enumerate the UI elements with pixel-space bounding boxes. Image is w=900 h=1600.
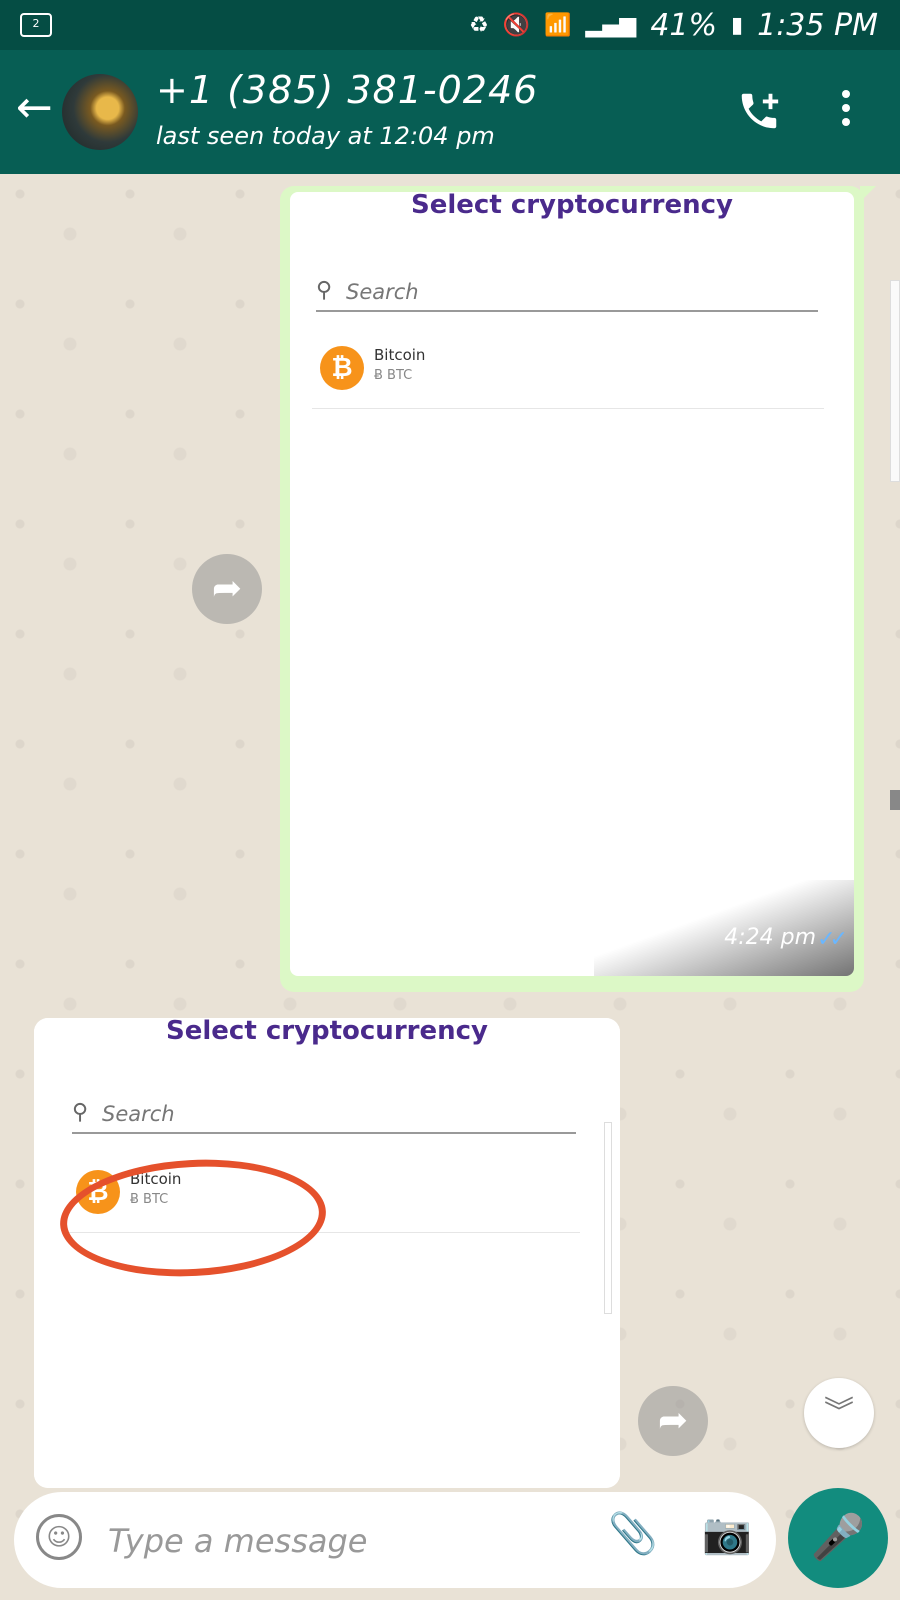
screenshot-title: Select cryptocurrency <box>411 192 733 220</box>
clock: 1:35 PM <box>757 8 878 43</box>
search-icon: ⚲ <box>72 1100 89 1125</box>
coin-list-item: ₿ Bitcoin Ƀ BTC <box>312 332 824 409</box>
fast-scroll-handle[interactable] <box>890 790 900 810</box>
search-placeholder: Search <box>346 280 419 304</box>
screenshot-search-row: ⚲ Search <box>72 1098 576 1134</box>
bitcoin-icon: ₿ <box>320 346 364 390</box>
wifi-icon: 📶 <box>544 13 572 38</box>
mic-icon[interactable]: 🎤 <box>788 1488 888 1588</box>
camera-icon[interactable]: 📷 <box>702 1510 752 1557</box>
bubble-tail <box>860 186 876 202</box>
search-placeholder: Search <box>102 1102 175 1126</box>
phone-plus-icon <box>741 93 779 129</box>
voicemail-badge: 2 <box>32 17 40 30</box>
message-time: 4:24 pm <box>724 925 816 950</box>
coin-symbol: Ƀ BTC <box>374 368 413 383</box>
battery-icon: ▮ <box>731 13 744 38</box>
outgoing-image-message[interactable]: Select cryptocurrency ⚲ Search ₿ Bitcoin… <box>280 186 876 992</box>
status-bar: 2 ♻ 🔇 📶 ▂▄▆ 41% ▮ 1:35 PM <box>0 0 900 50</box>
message-composer: ☺ 📎 📷 <box>14 1492 776 1588</box>
last-seen-status: last seen today at 12:04 pm <box>156 122 495 150</box>
voicemail-icon: 2 <box>20 13 52 37</box>
forward-icon[interactable]: ➦ <box>192 554 262 624</box>
emoji-icon[interactable]: ☺ <box>36 1514 82 1560</box>
message-input[interactable] <box>106 1514 580 1568</box>
forward-icon[interactable]: ➦ <box>638 1386 708 1456</box>
screenshot-search-row: ⚲ Search <box>316 276 818 312</box>
read-receipt-icon: ✓✓ <box>817 927 848 952</box>
screenshot-scrollbar <box>604 1122 612 1314</box>
more-options-icon[interactable] <box>842 90 852 130</box>
screenshot-image[interactable]: Select cryptocurrency ⚲ Search ₿ Bitcoin… <box>290 192 854 976</box>
search-icon: ⚲ <box>316 278 333 303</box>
paperclip-icon[interactable]: 📎 <box>608 1510 658 1557</box>
coin-name: Bitcoin <box>374 346 426 364</box>
battery-percent: 41% <box>650 8 717 43</box>
chat-header: ← +1 (385) 381-0246 last seen today at 1… <box>0 50 900 174</box>
add-call-icon[interactable] <box>736 88 782 143</box>
back-arrow-icon[interactable]: ← <box>16 86 53 130</box>
signal-icon: ▂▄▆ <box>585 13 637 38</box>
contact-name[interactable]: +1 (385) 381-0246 <box>156 68 538 112</box>
avatar[interactable] <box>62 74 138 150</box>
screenshot-scrollbar <box>890 280 900 482</box>
scroll-to-bottom-icon[interactable]: ︾ <box>804 1378 874 1448</box>
data-saver-icon: ♻ <box>469 13 489 38</box>
screenshot-title: Select cryptocurrency <box>166 1018 488 1046</box>
mute-icon: 🔇 <box>502 13 531 38</box>
